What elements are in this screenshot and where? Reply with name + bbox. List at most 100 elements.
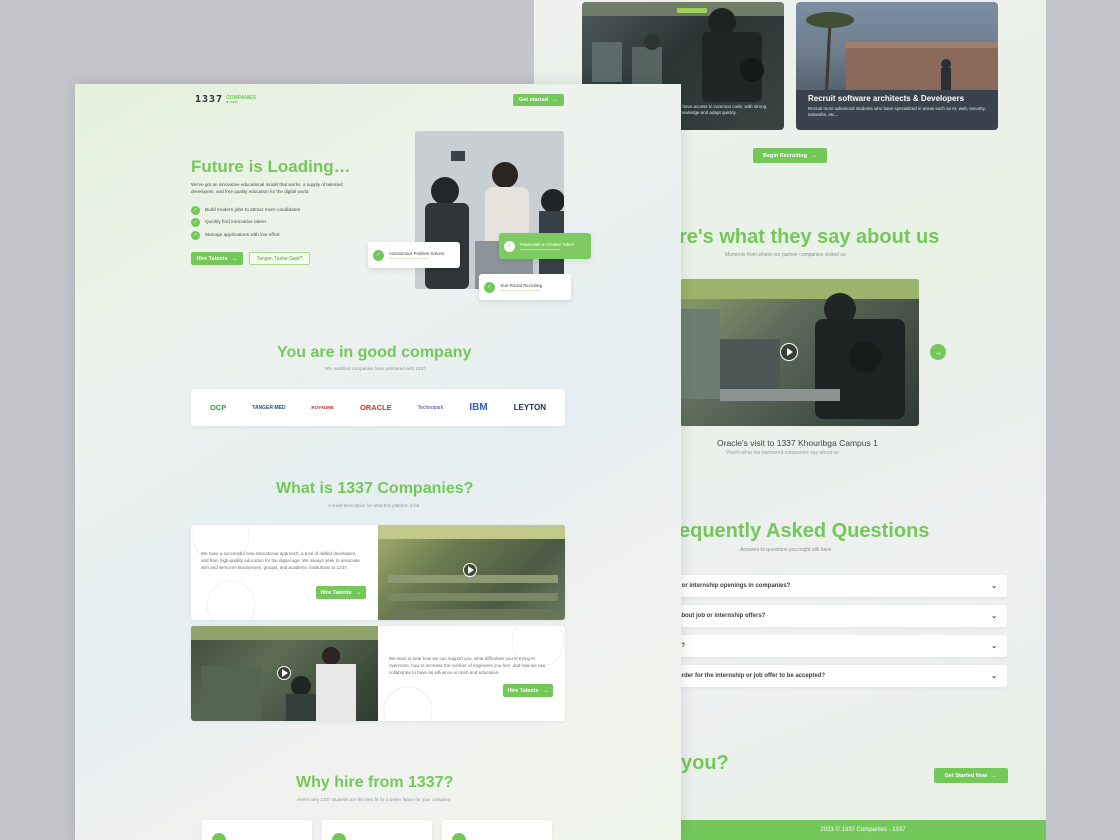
hero-description: We've got an innovative educational mode… <box>191 182 343 194</box>
play-video-icon[interactable] <box>463 563 477 577</box>
check-icon: ✓ <box>484 281 495 293</box>
testimonial-video[interactable] <box>680 279 919 426</box>
checklist-label: Manage applications with low effort <box>205 232 280 238</box>
feature-checklist: ✓ Build modern jobs to attract more cand… <box>191 204 300 242</box>
check-icon: ✓ <box>373 249 384 261</box>
what-description-1: We have a successful new educational app… <box>201 551 360 570</box>
what-card-2: We want to hear how we can support you, … <box>191 626 565 721</box>
chevron-down-icon: ⌄ <box>991 613 997 620</box>
why-hire-title: Why hire from 1337? <box>296 774 454 791</box>
check-icon: ✓ <box>191 230 200 240</box>
footer-copyright: 2023 © 1337 Companies - 1337 <box>820 827 906 833</box>
why-card <box>442 820 552 840</box>
play-video-icon[interactable] <box>277 666 291 680</box>
placeholder-bar <box>520 248 560 251</box>
what-description-2: We want to hear how we can support you, … <box>389 656 546 675</box>
partner-logos: OCP TANGER MED ROYAUME ORACLE Technopark… <box>191 389 565 426</box>
hire-talents-label: Hire Talents <box>196 255 228 262</box>
faq-item[interactable]: e? ⌄ <box>674 635 1007 657</box>
placeholder-bar <box>500 289 540 292</box>
passionate-label: Passionate & Creative Talent <box>520 241 574 247</box>
landing-page-front: 1337 COMPANIES BY 1337 Get started → Fut… <box>75 84 681 840</box>
arrow-right-icon: → <box>552 97 559 103</box>
partner-logo-ibm: IBM <box>469 402 488 413</box>
hire-talent-button[interactable]: Hire Talents → <box>503 684 553 697</box>
partner-logo-technopark: Technopark <box>417 404 444 411</box>
get-started-label: Get started <box>518 97 549 103</box>
recruit-architects-title: Recruit software architects & Developers <box>808 94 965 103</box>
faq-subtitle: Answers to questions you might still hav… <box>740 547 832 553</box>
faq-question: t or internship openings in companies? <box>678 583 791 589</box>
recruit-developers-desc: …have access to common code, with strong… <box>678 104 767 116</box>
arrow-right-icon: → <box>542 687 549 694</box>
year-round-card: ✓ Year-Round Recruiting <box>479 274 571 300</box>
hire-talent-label: Hire Talents <box>507 687 539 694</box>
hire-talents-button[interactable]: Hire Talents → <box>191 252 243 265</box>
testimonials-title: re's what they say about us <box>679 226 940 248</box>
play-video-icon[interactable] <box>780 343 798 361</box>
chevron-down-icon: ⌄ <box>991 673 997 680</box>
begin-recruiting-label: Begin Recruiting <box>762 152 807 159</box>
arrow-right-icon: → <box>811 152 817 159</box>
campus-location-button[interactable]: Tanger, Tanke-Sept? <box>249 252 310 265</box>
arrow-right-icon: → <box>355 589 362 596</box>
why-card <box>202 820 312 840</box>
get-started-now-label: Get Started Now <box>944 772 988 779</box>
checklist-item: ✓ Build modern jobs to attract more cand… <box>191 204 300 217</box>
partner-logo-royaume: ROYAUME <box>311 405 334 410</box>
feature-icon <box>452 833 466 840</box>
placeholder-bar <box>389 257 429 260</box>
good-company-subtitle: 50+ satisfied companies have partnered w… <box>325 366 426 371</box>
arrow-right-icon: → <box>991 772 998 779</box>
faq-item[interactable]: about job or internship offers? ⌄ <box>674 605 1007 627</box>
what-is-subtitle: A small description for what this platfo… <box>328 503 420 508</box>
hero-title: Future is Loading… <box>191 157 351 176</box>
classroom-photo <box>378 525 565 620</box>
checklist-item: ✓ Quickly find innovative talent <box>191 217 300 230</box>
video-caption: Oracle's visit to 1337 Khouribga Campus … <box>717 438 878 448</box>
card-lines: Passionate & Creative Talent <box>520 242 574 251</box>
logo-number: 1337 <box>195 94 224 105</box>
get-started-now-button[interactable]: Get Started Now → <box>934 768 1008 783</box>
checklist-item: ✓ Manage applications with low effort <box>191 229 300 242</box>
what-card-1: We have a successful new educational app… <box>191 525 565 620</box>
get-started-button[interactable]: Get started → <box>513 94 564 106</box>
passionate-talent-card: ✓ Passionate & Creative Talent <box>499 233 591 259</box>
partner-logo-tanger-med: TANGER MED <box>252 404 286 411</box>
logo[interactable]: 1337 COMPANIES BY 1337 <box>195 94 256 105</box>
cta-title: you? <box>681 752 729 774</box>
faq-item[interactable]: order for the internship or job offer to… <box>674 665 1007 687</box>
faq-item[interactable]: t or internship openings in companies? ⌄ <box>674 575 1007 597</box>
check-icon: ✓ <box>504 240 515 252</box>
good-company-title: You are in good company <box>277 344 472 361</box>
partner-logo-oracle: ORACLE <box>359 403 392 412</box>
autonomous-label: Autonomous Problem Solvers <box>389 250 445 256</box>
logo-text: COMPANIES BY 1337 <box>226 95 256 104</box>
why-hire-subtitle: Here's why 1337 students are the best fi… <box>297 797 451 802</box>
card-lines: Autonomous Problem Solvers <box>389 251 444 260</box>
footer: 2023 © 1337 Companies - 1337 <box>680 820 1046 840</box>
faq-question: order for the internship or job offer to… <box>678 673 826 679</box>
carousel-next-button[interactable]: → <box>930 344 946 360</box>
checklist-label: Build modern jobs to attract more candid… <box>205 207 301 213</box>
testimonials-subtitle: Moments from where our partner companies… <box>725 252 846 258</box>
hire-talent-button[interactable]: Hire Talents → <box>316 586 366 599</box>
card-lines: Year-Round Recruiting <box>500 283 542 292</box>
partner-logo-ocp: OCP <box>209 403 227 412</box>
chevron-down-icon: ⌄ <box>991 583 997 590</box>
partner-logo-leyton: LEYTON <box>513 403 546 412</box>
video-subtitle: Watch what our partnered companies say a… <box>726 450 839 456</box>
students-photo <box>191 626 378 721</box>
year-round-label: Year-Round Recruiting <box>500 282 543 288</box>
autonomous-solvers-card: ✓ Autonomous Problem Solvers <box>368 242 460 268</box>
decorative-circles <box>192 525 256 620</box>
what-is-title: What is 1337 Companies? <box>276 480 474 497</box>
arrow-right-icon: → <box>231 255 238 262</box>
check-icon: ✓ <box>191 218 200 228</box>
logo-bottom: BY 1337 <box>226 99 238 104</box>
recruit-architects-card[interactable]: Recruit software architects & Developers… <box>796 2 998 130</box>
check-icon: ✓ <box>191 205 200 215</box>
feature-icon <box>212 833 226 840</box>
begin-recruiting-button[interactable]: Begin Recruiting → <box>753 148 827 163</box>
oracle-visit-photo <box>680 279 919 419</box>
